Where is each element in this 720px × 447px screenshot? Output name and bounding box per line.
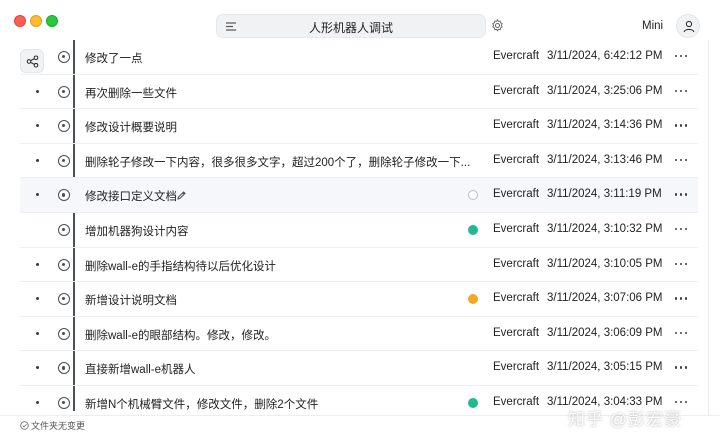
commit-row[interactable]: 修改设计概要说明 Evercraft 3/11/2024, 3:14:36 PM xyxy=(20,109,698,144)
commit-message: 修改设计概要说明 xyxy=(85,122,177,135)
gear-icon[interactable] xyxy=(491,19,504,32)
commit-node[interactable] xyxy=(58,258,70,271)
branch-dot xyxy=(36,193,39,197)
commit-message: 新增N个机械臂文件，修改文件，删除2个文件 xyxy=(85,398,319,411)
commit-message: 删除轮子修改一下内容，很多很多文字，超过200个了，删除轮子修改一下... xyxy=(85,156,471,169)
commit-row[interactable]: 增加机器狗设计内容 Evercraft 3/11/2024, 3:10:32 P… xyxy=(20,213,698,248)
branch-dot xyxy=(36,366,39,370)
check-circle-icon xyxy=(20,421,29,430)
watermark: 知乎 @彭宏豪 xyxy=(568,410,682,429)
ellipsis-icon[interactable] xyxy=(674,49,688,63)
commit-author: Evercraft xyxy=(493,292,540,305)
minimize-window-button[interactable] xyxy=(30,15,42,27)
commit-node[interactable] xyxy=(58,120,70,133)
commit-message: 删除wall-e的眼部结构。修改，修改。 xyxy=(85,329,277,342)
ellipsis-icon[interactable] xyxy=(674,84,688,98)
share-graph-icon xyxy=(26,55,39,68)
branch-dot xyxy=(36,262,39,266)
commit-author: Evercraft xyxy=(493,153,540,166)
commit-node[interactable] xyxy=(58,362,70,375)
commit-author: Evercraft xyxy=(493,257,540,270)
commit-message: 修改了一点 xyxy=(85,53,143,65)
commit-node[interactable] xyxy=(58,327,70,340)
title-box[interactable]: 人形机器人调试 xyxy=(216,14,486,38)
commit-message: 增加机器狗设计内容 xyxy=(85,225,189,238)
mini-mode-toggle[interactable]: Mini xyxy=(642,20,663,32)
commit-author: Evercraft xyxy=(493,119,540,132)
commit-date: 3/11/2024, 3:14:36 PM xyxy=(547,119,663,132)
commit-author: Evercraft xyxy=(493,222,540,235)
commit-message: 直接新增wall-e机器人 xyxy=(85,364,196,377)
commit-row[interactable]: 直接新增wall-e机器人 Evercraft 3/11/2024, 3:05:… xyxy=(20,351,698,386)
commit-date: 3/11/2024, 3:11:19 PM xyxy=(547,188,662,201)
commit-date: 3/11/2024, 3:05:15 PM xyxy=(547,361,663,374)
close-window-button[interactable] xyxy=(14,15,26,27)
ellipsis-icon[interactable] xyxy=(674,257,688,271)
commit-date: 3/11/2024, 3:10:32 PM xyxy=(547,222,663,235)
zoom-window-button[interactable] xyxy=(46,15,58,27)
branch-dot xyxy=(36,158,39,162)
commit-author: Evercraft xyxy=(493,84,540,97)
status-indicator xyxy=(468,190,478,201)
commit-row[interactable]: 新增设计说明文档 Evercraft 3/11/2024, 3:07:06 PM xyxy=(20,282,698,317)
ellipsis-icon[interactable] xyxy=(674,222,688,236)
commit-node[interactable] xyxy=(58,396,70,409)
ellipsis-icon[interactable] xyxy=(674,360,688,374)
commit-row[interactable]: 删除wall-e的眼部结构。修改，修改。 Evercraft 3/11/2024… xyxy=(20,317,698,352)
commit-row[interactable]: 删除轮子修改一下内容，很多很多文字，超过200个了，删除轮子修改一下... Ev… xyxy=(20,144,698,179)
pencil-icon[interactable] xyxy=(176,190,187,201)
status-indicator xyxy=(468,224,478,235)
commit-node[interactable] xyxy=(58,223,70,236)
commit-message: 再次删除一些文件 xyxy=(85,87,177,100)
graph-view-button[interactable] xyxy=(20,49,44,73)
branch-dot xyxy=(36,89,39,93)
commit-node[interactable] xyxy=(58,293,70,306)
commit-list: 3/11/2024, 6:44:01 PM 修改了一点 Evercraft 3/… xyxy=(20,40,698,415)
commit-row[interactable]: 修改了一点 Evercraft 3/11/2024, 6:42:12 PM xyxy=(20,40,698,75)
branch-dot xyxy=(36,400,39,404)
commit-row[interactable]: 再次删除一些文件 Evercraft 3/11/2024, 3:25:06 PM xyxy=(20,75,698,110)
user-icon xyxy=(683,20,695,33)
ellipsis-icon[interactable] xyxy=(674,153,688,167)
commit-message: 新增设计说明文档 xyxy=(85,295,177,308)
commit-message: 修改接口定义文档 xyxy=(85,191,177,204)
commit-date: 3/11/2024, 3:06:09 PM xyxy=(547,326,663,339)
branch-dot xyxy=(36,331,39,335)
branch-dot xyxy=(36,124,39,128)
commit-row-selected[interactable]: 修改接口定义文档 Evercraft 3/11/2024, 3:11:19 PM xyxy=(20,178,698,213)
status-indicator xyxy=(468,294,478,305)
ellipsis-icon[interactable] xyxy=(674,326,688,340)
ellipsis-icon[interactable] xyxy=(674,118,688,132)
commit-author: Evercraft xyxy=(493,188,540,201)
commit-history-panel: 3/11/2024, 6:44:01 PM 修改了一点 Evercraft 3/… xyxy=(10,40,708,415)
branch-dot xyxy=(36,297,39,301)
avatar[interactable] xyxy=(676,14,700,38)
commit-author: Evercraft xyxy=(493,395,540,408)
commit-author: Evercraft xyxy=(493,50,540,62)
scrollbar-track[interactable] xyxy=(708,40,709,415)
commit-message: 删除wall-e的手指结构待以后优化设计 xyxy=(85,260,277,273)
commit-node[interactable] xyxy=(58,154,70,167)
commit-author: Evercraft xyxy=(493,326,540,339)
window-title: 人形机器人调试 xyxy=(308,21,393,35)
ellipsis-icon[interactable] xyxy=(674,291,688,305)
app-window: 人形机器人调试 Mini 3/11/2024, 6:44:01 PM 修改了一点… xyxy=(0,0,720,447)
commit-date: 3/11/2024, 3:25:06 PM xyxy=(547,84,663,97)
folder-status-text: 文件夹无变更 xyxy=(31,421,86,431)
commit-row[interactable]: 删除wall-e的手指结构待以后优化设计 Evercraft 3/11/2024… xyxy=(20,248,698,283)
commit-date: 3/11/2024, 3:13:46 PM xyxy=(547,153,663,166)
commit-author: Evercraft xyxy=(493,361,540,374)
commit-node[interactable] xyxy=(58,85,70,98)
commit-node[interactable] xyxy=(58,51,70,63)
commit-node[interactable] xyxy=(58,189,70,202)
commit-date: 3/11/2024, 6:42:12 PM xyxy=(547,50,663,62)
commit-date: 3/11/2024, 3:07:06 PM xyxy=(547,292,663,305)
status-indicator xyxy=(468,397,478,408)
ellipsis-icon[interactable] xyxy=(674,187,688,201)
commit-date: 3/11/2024, 3:10:05 PM xyxy=(547,257,663,270)
